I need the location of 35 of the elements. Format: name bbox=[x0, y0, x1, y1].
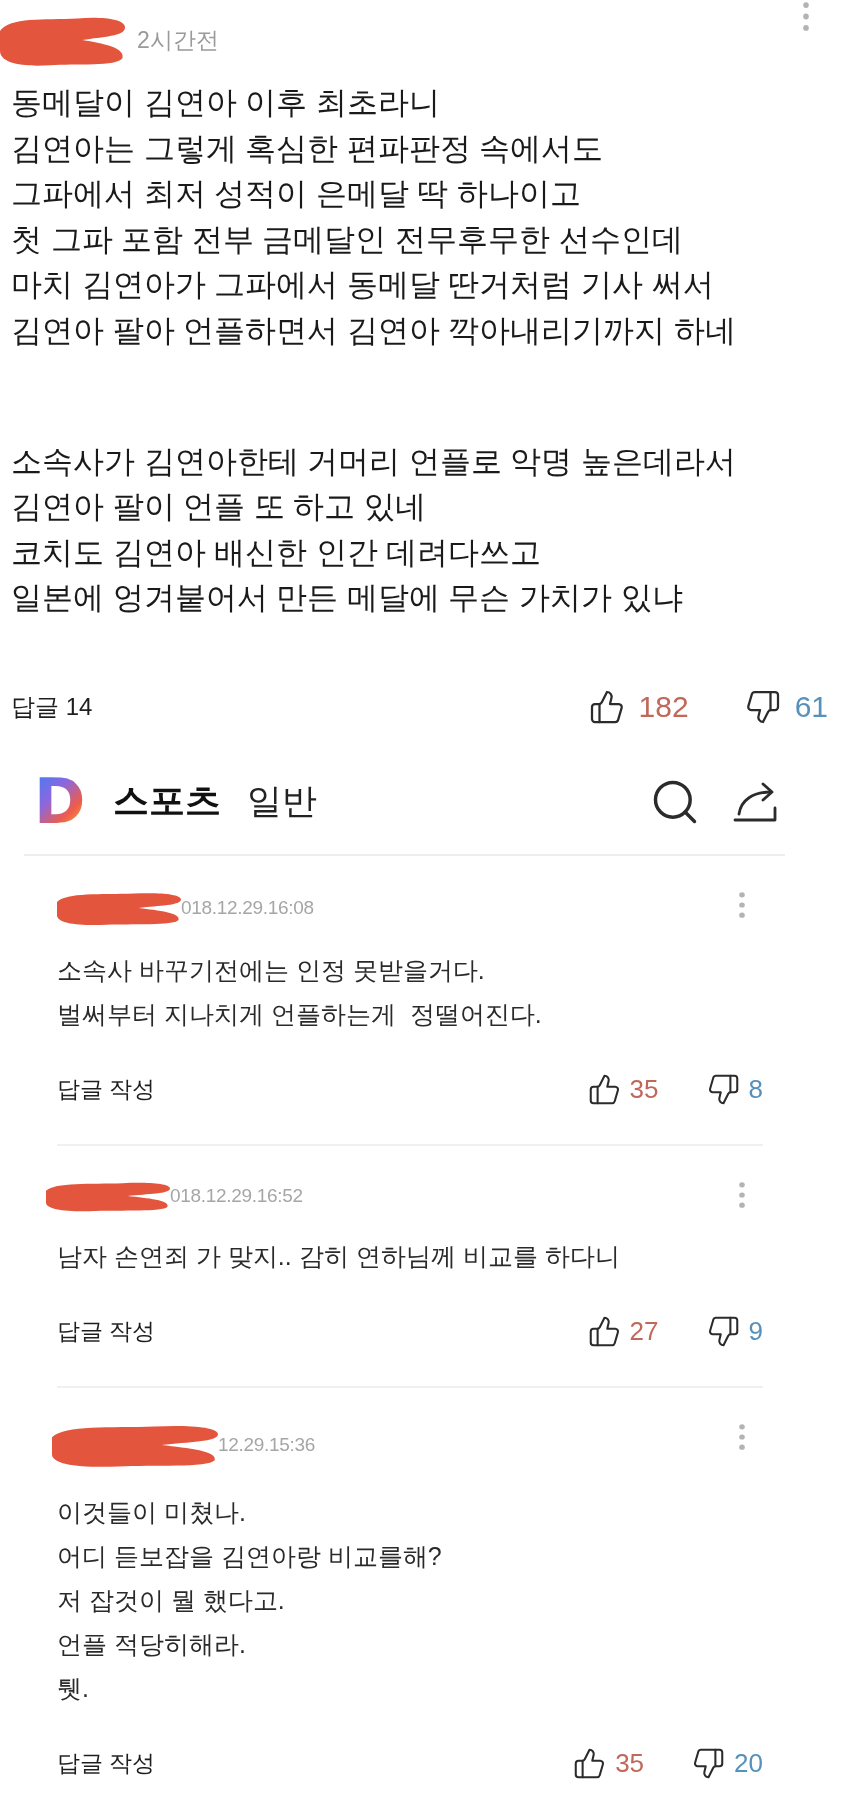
comment-text: 이것들이 미쳤나. 어디 듣보잡을 김연아랑 비교를해? 저 잡것이 뭘 했다고. 언플 적당히해라. 퉷. bbox=[57, 1496, 443, 1704]
comment-date: 018.12.29.16:08 bbox=[181, 896, 314, 919]
dislike-button[interactable]: 9 bbox=[706, 1315, 763, 1349]
comment-text: 남자 손연죄 가 맞지.. 감히 연하님께 비교를 하다니 bbox=[57, 1240, 621, 1272]
post-time: 2시간전 bbox=[137, 25, 219, 55]
thumbs-up-icon bbox=[587, 1315, 621, 1349]
post-paragraph: 소속사가 김연아한테 거머리 언플로 악명 높은데라서 김연아 팔이 언플 또 하고 있네 코치도 김연아 배신한 인간 데려다쓰고 일본에 엉겨붙어서 만든 메달에 무슨 가치가 있냐 bbox=[11, 442, 738, 618]
more-options-icon[interactable] bbox=[739, 891, 745, 918]
like-button[interactable]: 182 bbox=[588, 688, 689, 725]
thumbs-up-icon bbox=[588, 688, 625, 725]
thumbs-down-icon bbox=[692, 1747, 726, 1781]
reply-button[interactable]: 답글 작성 bbox=[57, 1316, 156, 1348]
more-options-icon[interactable] bbox=[739, 1181, 745, 1208]
comment-date: 018.12.29.16:52 bbox=[170, 1184, 303, 1207]
dislike-button[interactable]: 20 bbox=[692, 1747, 763, 1781]
more-options-icon[interactable] bbox=[739, 1423, 745, 1450]
post-paragraph: 동메달이 김연아 이후 최초라니 김연아는 그렇게 혹심한 편파판정 속에서도 그파에서 최저 성적이 은메달 딱 하나이고 첫 그파 포함 전부 금메달인 전무후무한 선수인데 마치 김연아가 그파에서 동메달 딴거처럼 기사 써서 김연아 팔아 언플하면서 김연아 깍아내리기까지 하네 bbox=[11, 84, 738, 350]
thumbs-up-icon bbox=[573, 1747, 607, 1781]
subcategory-title: 일반 bbox=[247, 780, 318, 823]
thumbs-down-icon bbox=[706, 1315, 740, 1349]
like-button[interactable]: 35 bbox=[587, 1073, 659, 1107]
thumbs-up-icon bbox=[587, 1073, 621, 1107]
thumbs-down-icon bbox=[744, 688, 781, 725]
reply-button[interactable]: 답글 작성 bbox=[57, 1748, 156, 1780]
comment-date: 12.29.15:36 bbox=[218, 1433, 316, 1456]
like-button[interactable]: 27 bbox=[587, 1315, 659, 1349]
dislike-button[interactable]: 8 bbox=[706, 1073, 763, 1107]
category-title: 스포츠 bbox=[113, 779, 222, 824]
comment-text: 소속사 바꾸기전에는 인정 못받을거다. 벌써부터 지나치게 언플하는게 정떨어진다. bbox=[57, 954, 543, 1030]
replies-button[interactable]: 답글 14 bbox=[11, 690, 93, 723]
thumbs-down-icon bbox=[706, 1073, 740, 1107]
reply-button[interactable]: 답글 작성 bbox=[57, 1074, 156, 1106]
more-options-icon[interactable] bbox=[803, 2, 809, 31]
dislike-button[interactable]: 61 bbox=[744, 688, 828, 725]
like-button[interactable]: 35 bbox=[573, 1747, 645, 1781]
